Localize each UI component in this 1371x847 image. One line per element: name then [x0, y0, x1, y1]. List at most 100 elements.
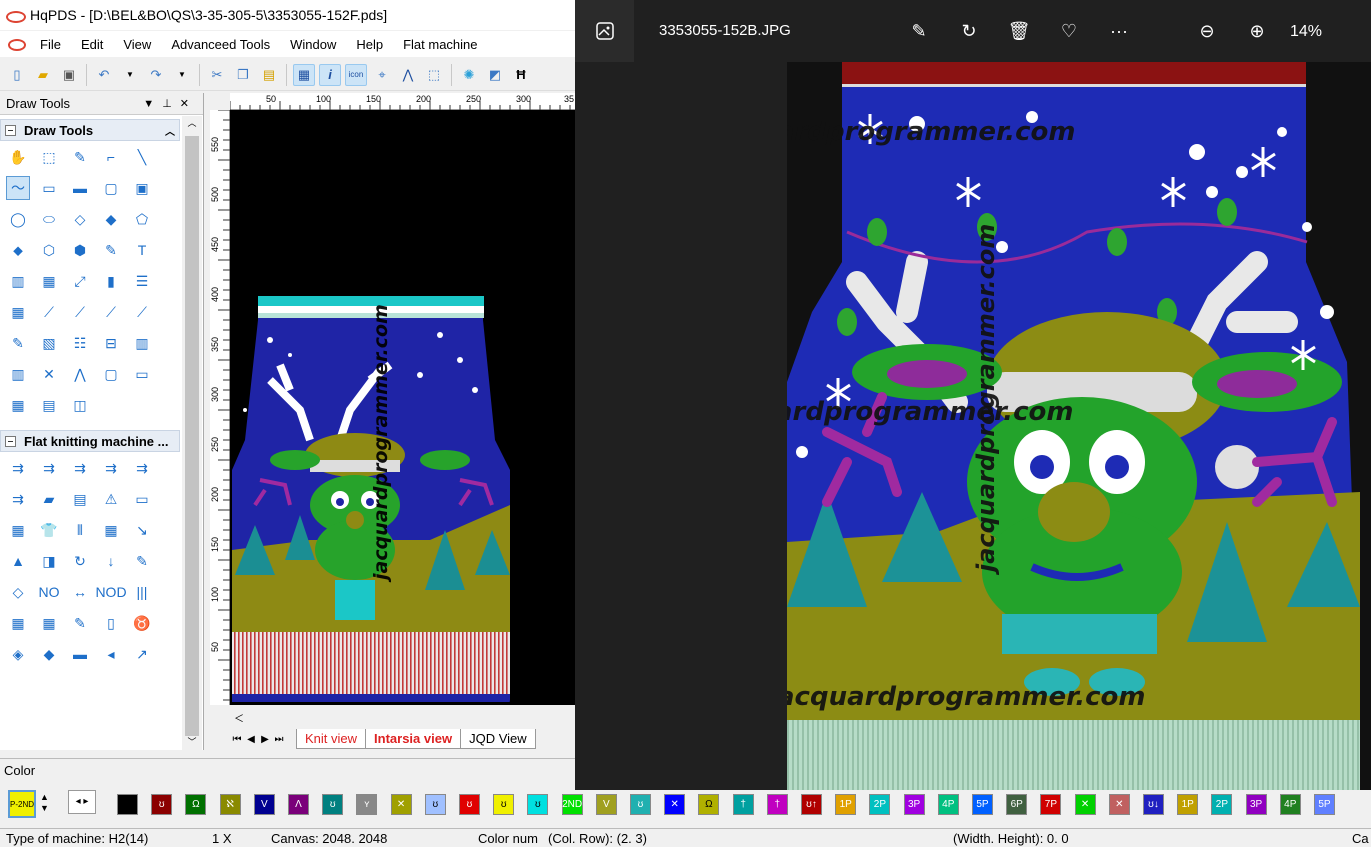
knit-tool-icon[interactable]: ▤	[68, 487, 92, 511]
menu-flat-machine[interactable]: Flat machine	[393, 37, 487, 52]
knit-tool-icon[interactable]: ↘	[130, 518, 154, 542]
tab-prev-icon[interactable]: ◀	[244, 734, 258, 745]
undo-icon[interactable]: ↶	[93, 64, 115, 86]
color-swatch[interactable]: †	[766, 794, 788, 815]
polygon-icon[interactable]: ⬠	[130, 207, 154, 231]
color-swatch[interactable]: 1P	[835, 794, 857, 815]
redo-icon[interactable]: ↷	[145, 64, 167, 86]
favorite-icon[interactable]: ♡	[1056, 18, 1082, 44]
color-swatch[interactable]: ʊ↑	[801, 794, 822, 815]
color-swatch[interactable]: †	[732, 794, 754, 815]
icon-mode-icon[interactable]: icon	[345, 63, 367, 86]
knit-tool-icon[interactable]: ▦	[37, 611, 61, 635]
color-swatch[interactable]: 5P	[1314, 794, 1335, 815]
knit-tool-icon[interactable]: ▦	[99, 518, 123, 542]
color-swatch[interactable]: V	[253, 794, 275, 815]
menu-help[interactable]: Help	[346, 37, 393, 52]
knit-tool-icon[interactable]: ⇉	[99, 456, 123, 480]
knit-tool-icon[interactable]: ↻	[68, 549, 92, 573]
scroll-up-icon[interactable]: ︿	[182, 116, 202, 129]
arrow-icon[interactable]: ⋀	[68, 362, 92, 386]
knit-tool-icon[interactable]: NO	[37, 580, 61, 604]
grid-pattern-icon[interactable]: ▦	[37, 269, 61, 293]
fill-icon[interactable]: ▦	[6, 393, 30, 417]
menu-edit[interactable]: Edit	[71, 37, 113, 52]
knit-tool-icon[interactable]: ◂	[99, 642, 123, 666]
filled-rounded-rect-icon[interactable]: ▣	[130, 176, 154, 200]
color-swatch[interactable]: ʊ	[322, 794, 344, 815]
color-swatch[interactable]: 4P	[937, 794, 959, 815]
shear-icon[interactable]: ⟋	[130, 300, 154, 324]
curve-icon[interactable]: 〜	[6, 176, 30, 200]
knit-tool-icon[interactable]: ▭	[130, 487, 154, 511]
snowflake-icon[interactable]: ✺	[458, 64, 480, 86]
chart-icon[interactable]: ▥	[130, 331, 154, 355]
knit-tool-icon[interactable]: ⇉	[6, 487, 30, 511]
knit-tool-icon[interactable]: ◆	[37, 642, 61, 666]
knit-tool-icon[interactable]: ▲	[6, 549, 30, 573]
color-swatch[interactable]: Ω	[698, 794, 720, 815]
current-color-swatch[interactable]: P-2ND	[8, 790, 36, 818]
rotate-icon[interactable]: ↻	[956, 18, 982, 44]
step-line-icon[interactable]: ⌐	[99, 145, 123, 169]
knit-tool-icon[interactable]: ♉	[130, 611, 154, 635]
menu-view[interactable]: View	[113, 37, 161, 52]
chart-icon[interactable]: ▥	[6, 362, 30, 386]
knit-tool-icon[interactable]: ▦	[6, 611, 30, 635]
knit-tool-icon[interactable]: ⇉	[6, 456, 30, 480]
gallery-icon[interactable]	[575, 0, 634, 62]
scrollbar-thumb[interactable]	[185, 136, 199, 736]
center-icon[interactable]: ⌖	[371, 64, 393, 86]
knit-tool-icon[interactable]: NOD	[95, 580, 126, 604]
color-swatch[interactable]: 2P	[1211, 794, 1233, 815]
knit-tool-icon[interactable]: ⇉	[68, 456, 92, 480]
filled-hexagon-icon[interactable]: ⬢	[68, 238, 92, 262]
document-logo-icon[interactable]	[0, 34, 30, 54]
filled-diamond-icon[interactable]: ◆	[99, 207, 123, 231]
shear-icon[interactable]: ⟋	[99, 300, 123, 324]
pencil-icon[interactable]: ✎	[68, 145, 92, 169]
color-swatch[interactable]: V	[595, 794, 617, 815]
line-icon[interactable]: ╲	[130, 145, 154, 169]
color-swatch[interactable]: 2ND	[561, 794, 583, 815]
color-swatch[interactable]: ʊ	[630, 794, 651, 815]
rectangle-icon[interactable]: ▭	[37, 176, 61, 200]
select-icon[interactable]: ⬚	[423, 64, 445, 86]
rounded-rect-icon[interactable]: ▢	[99, 176, 123, 200]
fill-icon[interactable]: ▤	[37, 393, 61, 417]
cross-icon[interactable]: ✕	[37, 362, 61, 386]
knit-tool-icon[interactable]: ⇉	[130, 456, 154, 480]
canvas-horizontal-scrollbar[interactable]: ＜	[230, 706, 575, 726]
diamond-icon[interactable]: ◇	[68, 207, 92, 231]
knit-tool-icon[interactable]: ↗	[130, 642, 154, 666]
slash-icon[interactable]: ◩	[484, 64, 506, 86]
color-swatch[interactable]: ʊ	[459, 794, 480, 815]
tab-knit-view[interactable]: Knit view	[296, 729, 367, 749]
arc-icon[interactable]: ⋀	[397, 64, 419, 86]
pen-icon[interactable]: ✎	[6, 331, 30, 355]
color-swatch[interactable]: ʊ	[527, 794, 549, 815]
knit-tool-icon[interactable]: ✎	[68, 611, 92, 635]
color-swatch[interactable]: 2P	[869, 794, 891, 815]
edit-image-icon[interactable]: ✎	[906, 18, 932, 44]
section-draw-tools-header[interactable]: Draw Tools ︿	[0, 119, 180, 141]
color-swatch[interactable]: ✕	[1074, 794, 1096, 815]
color-nav-arrows[interactable]: ◂ ▸	[68, 790, 96, 814]
shear-icon[interactable]: ⟋	[68, 300, 92, 324]
info-icon[interactable]: i	[319, 63, 341, 86]
zoom-in-icon[interactable]: ⊕	[1244, 18, 1270, 44]
color-swatch[interactable]: 3P	[1245, 794, 1267, 815]
hand-tool-icon[interactable]: ✋	[6, 145, 30, 169]
more-icon[interactable]: ···	[1106, 18, 1132, 44]
undo-dropdown-icon[interactable]: ▼	[119, 64, 141, 86]
color-swatch[interactable]: 7P	[1040, 794, 1062, 815]
knit-tool-icon[interactable]: ⚠	[99, 487, 123, 511]
rect-select-icon[interactable]: ⬚	[37, 145, 61, 169]
knit-tool-icon[interactable]: ⫴	[68, 518, 92, 542]
tab-jqd-view[interactable]: JQD View	[460, 729, 536, 749]
align-icon[interactable]: ⊟	[99, 331, 123, 355]
rows-icon[interactable]: ☰	[130, 269, 154, 293]
h-icon[interactable]: Ħ	[510, 64, 532, 86]
copy-area-icon[interactable]: ▧	[37, 331, 61, 355]
diagonal-icon[interactable]: ⤢	[68, 269, 92, 293]
